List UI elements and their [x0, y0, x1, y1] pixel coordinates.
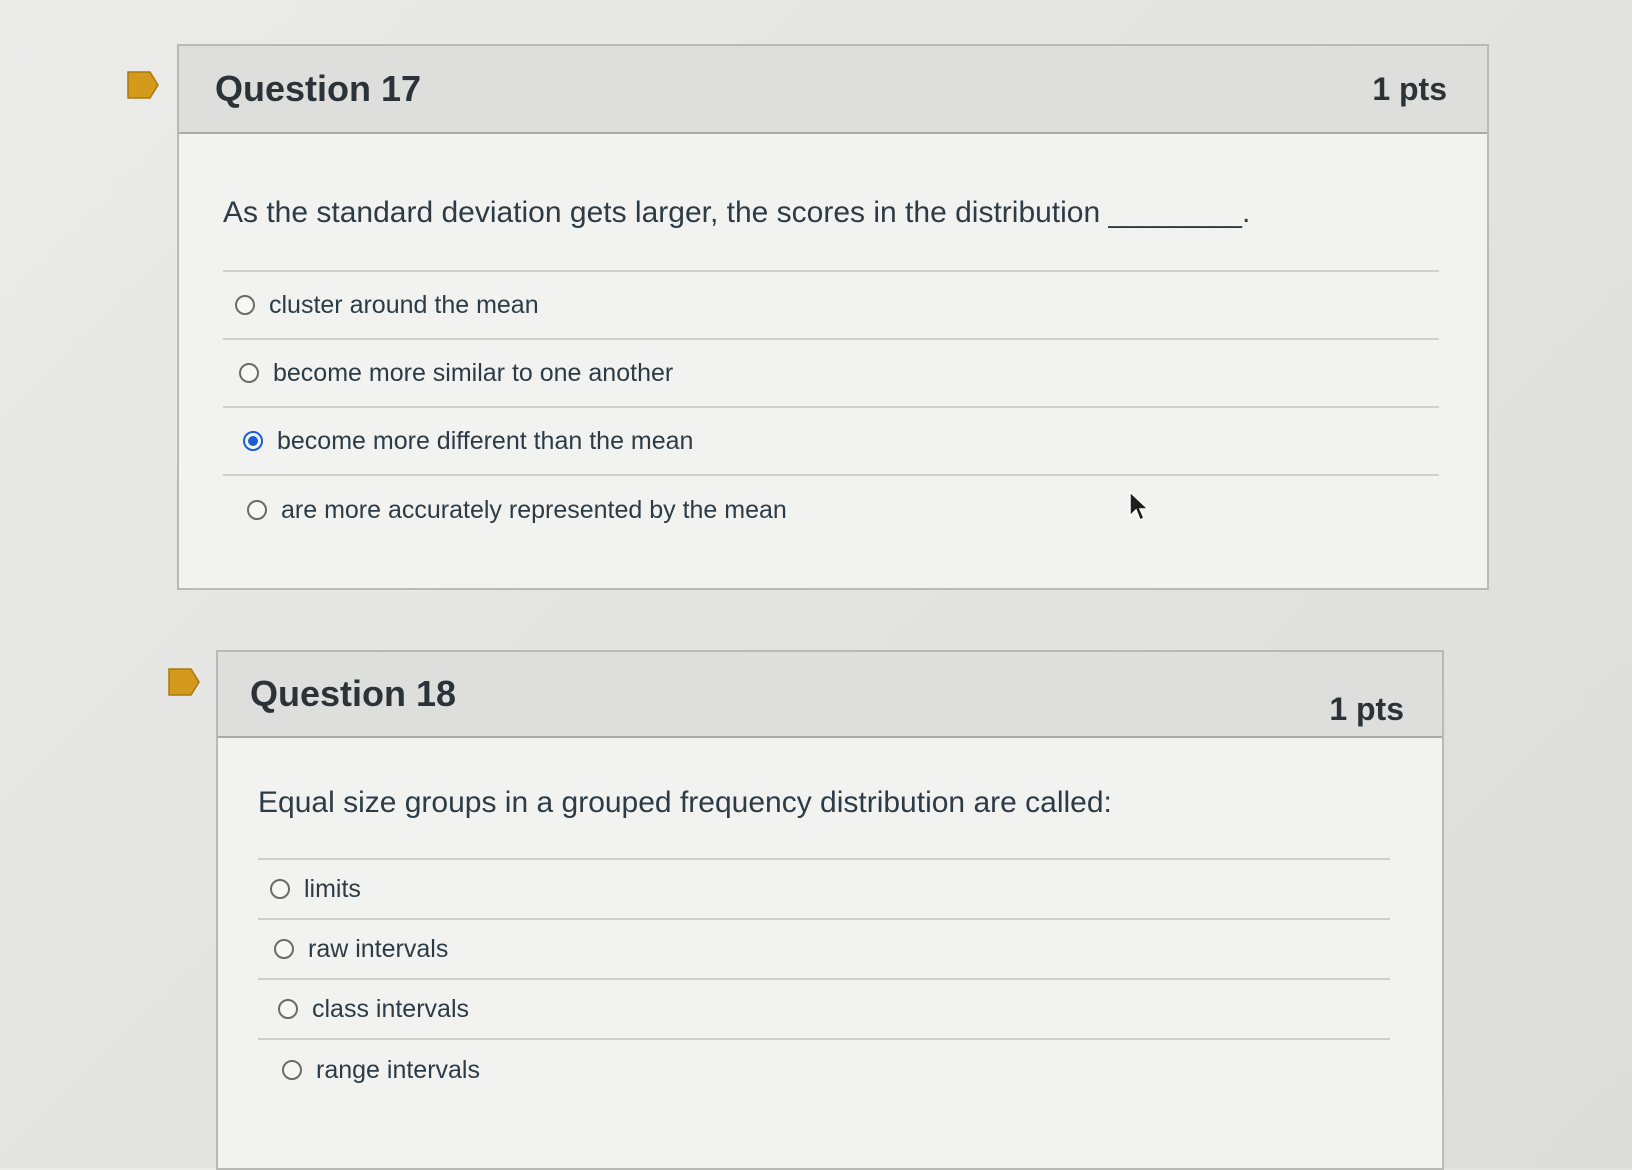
- question-18-body: Equal size groups in a grouped frequency…: [218, 738, 1442, 1100]
- answer-option[interactable]: class intervals: [258, 980, 1390, 1040]
- radio-button[interactable]: [274, 939, 294, 959]
- answer-option[interactable]: become more similar to one another: [223, 340, 1439, 408]
- answer-label[interactable]: become more different than the mean: [277, 427, 693, 456]
- question-17-title: Question 17: [215, 68, 422, 109]
- answer-label[interactable]: range intervals: [316, 1056, 480, 1085]
- radio-button[interactable]: [247, 500, 267, 520]
- answer-option[interactable]: become more different than the mean: [223, 408, 1439, 476]
- mouse-pointer-icon: [1128, 490, 1150, 524]
- radio-button[interactable]: [239, 363, 259, 383]
- question-18-title: Question 18: [250, 673, 457, 714]
- radio-button[interactable]: [270, 879, 290, 899]
- question-17-points: 1 pts: [1372, 70, 1447, 107]
- question-18-card: Question 18 1 pts Equal size groups in a…: [216, 650, 1444, 1170]
- radio-button-selected[interactable]: [243, 431, 263, 451]
- question-17-answers: cluster around the mean become more simi…: [223, 270, 1439, 544]
- radio-button[interactable]: [282, 1060, 302, 1080]
- answer-label[interactable]: become more similar to one another: [273, 359, 673, 388]
- answer-option[interactable]: raw intervals: [258, 920, 1390, 980]
- question-18-text: Equal size groups in a grouped frequency…: [258, 786, 1112, 819]
- radio-button[interactable]: [278, 999, 298, 1019]
- question-17-body: As the standard deviation gets larger, t…: [179, 134, 1487, 544]
- answer-option[interactable]: range intervals: [258, 1040, 1390, 1100]
- question-17-text: As the standard deviation gets larger, t…: [223, 196, 1251, 229]
- radio-button[interactable]: [235, 295, 255, 315]
- answer-label[interactable]: cluster around the mean: [269, 291, 539, 320]
- question-18-answers: limits raw intervals class intervals ran…: [258, 858, 1390, 1100]
- answer-label[interactable]: class intervals: [312, 995, 469, 1024]
- answer-label[interactable]: raw intervals: [308, 935, 448, 964]
- question-17-header: Question 17 1 pts: [179, 46, 1487, 134]
- answer-option[interactable]: are more accurately represented by the m…: [223, 476, 1439, 544]
- answer-label[interactable]: are more accurately represented by the m…: [281, 496, 787, 525]
- question-18-points: 1 pts: [1329, 690, 1404, 727]
- answer-label[interactable]: limits: [304, 875, 361, 904]
- question-18-header: Question 18 1 pts: [218, 652, 1442, 738]
- answer-option[interactable]: limits: [258, 860, 1390, 920]
- flag-question-17-icon[interactable]: [126, 70, 160, 100]
- answer-option[interactable]: cluster around the mean: [223, 272, 1439, 340]
- flag-question-18-icon[interactable]: [167, 667, 201, 697]
- question-17-card: Question 17 1 pts As the standard deviat…: [177, 44, 1489, 590]
